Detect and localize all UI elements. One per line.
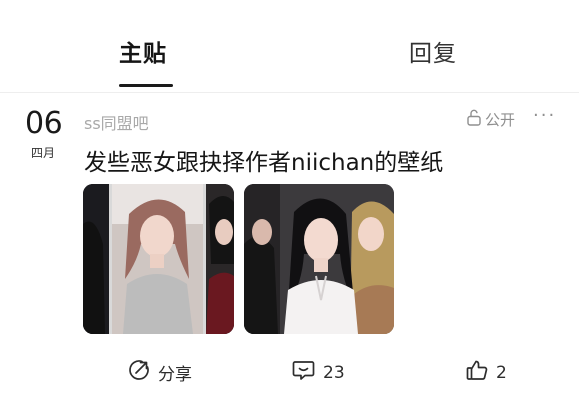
post-card[interactable]: 06 四月 ss同盟吧 公开 ··· 发些恶女跟抉择作者niichan的壁纸 分…: [0, 93, 579, 419]
forum-name-link[interactable]: ss同盟吧: [84, 110, 149, 134]
like-count: 2: [496, 362, 507, 383]
visibility-label: 公开: [485, 110, 516, 129]
post-title[interactable]: 发些恶女跟抉择作者niichan的壁纸: [84, 143, 443, 177]
visibility-toggle[interactable]: 公开: [467, 109, 515, 129]
tab-bar: 主贴 回复: [0, 0, 579, 92]
post-image-2[interactable]: [244, 184, 394, 334]
unlock-icon: [467, 109, 481, 130]
share-icon: [128, 359, 150, 386]
action-bar: 分享 23 2: [0, 355, 579, 389]
comment-icon: [292, 359, 315, 386]
tab-replies[interactable]: 回复: [409, 34, 457, 68]
post-day: 06: [25, 106, 63, 141]
active-tab-indicator: [119, 84, 173, 87]
share-label: 分享: [158, 365, 192, 385]
post-month: 四月: [31, 146, 56, 160]
comment-button[interactable]: 23: [292, 359, 345, 386]
thumbs-up-icon: [466, 359, 488, 386]
more-options-icon[interactable]: ···: [533, 105, 556, 126]
share-button[interactable]: 分享: [128, 359, 192, 386]
like-button[interactable]: 2: [466, 359, 507, 386]
tab-main-post[interactable]: 主贴: [119, 34, 167, 68]
comment-count: 23: [323, 362, 345, 383]
post-image-1[interactable]: [83, 184, 234, 334]
